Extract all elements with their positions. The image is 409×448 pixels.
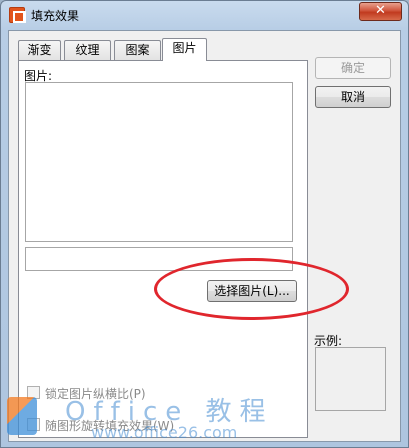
checkbox-box[interactable] (27, 386, 40, 399)
tab-picture[interactable]: 图片 (162, 38, 207, 61)
fill-effects-dialog: 填充效果 ✕ 渐变 纹理 图案 图片 图片: 选择图片(L)... 锁定图片纵横… (0, 0, 409, 448)
lock-aspect-label: 锁定图片纵横比(P) (45, 387, 146, 401)
dialog-body: 渐变 纹理 图案 图片 图片: 选择图片(L)... 锁定图片纵横比(P) 随图… (8, 30, 401, 442)
checkbox-box[interactable] (27, 418, 40, 431)
title-bar[interactable]: 填充效果 ✕ (1, 1, 408, 29)
tab-texture[interactable]: 纹理 (64, 40, 111, 60)
tab-gradient[interactable]: 渐变 (18, 40, 61, 60)
dialog-title: 填充效果 (31, 9, 80, 23)
tab-pattern[interactable]: 图案 (114, 40, 161, 60)
sample-preview (315, 347, 386, 411)
picture-tab-panel: 图片: 选择图片(L)... (18, 60, 308, 438)
cancel-button[interactable]: 取消 (315, 86, 391, 108)
highlight-annotation (154, 258, 349, 320)
close-button[interactable]: ✕ (359, 2, 402, 21)
picture-preview (25, 82, 293, 242)
wps-presentation-icon (9, 7, 26, 23)
rotate-with-shape-label: 随图形旋转填充效果(W) (45, 419, 175, 433)
ok-button[interactable]: 确定 (315, 57, 391, 79)
